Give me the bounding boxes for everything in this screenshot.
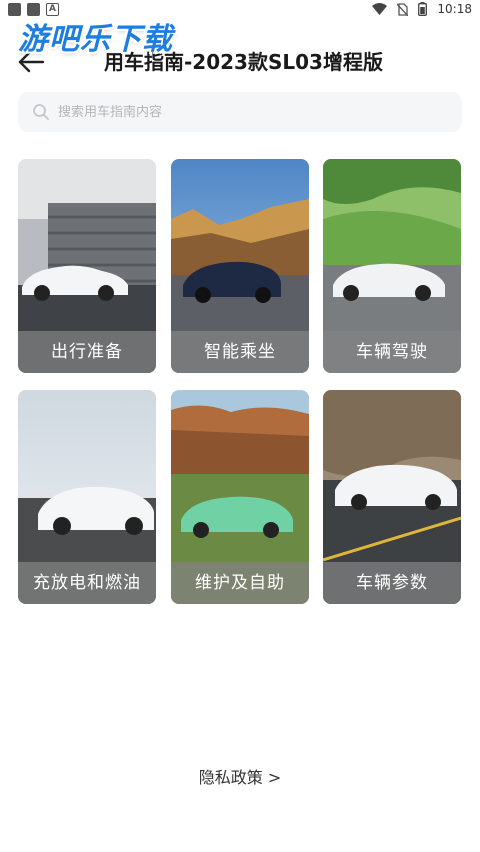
watermark-logo: 游吧乐下载 <box>18 22 173 57</box>
battery-icon <box>418 2 428 16</box>
category-label: 维护及自助 <box>171 562 309 604</box>
category-label: 充放电和燃油 <box>18 562 156 604</box>
search-input[interactable] <box>58 104 438 120</box>
category-label: 智能乘坐 <box>171 331 309 373</box>
category-card-parameters[interactable]: 车辆参数 <box>323 390 461 604</box>
no-sim-icon <box>397 2 409 16</box>
privacy-policy-link[interactable]: 隐私政策 > <box>0 764 480 788</box>
clock-time: 10:18 <box>437 2 472 16</box>
category-card-travel-prep[interactable]: 出行准备 <box>18 159 156 373</box>
category-label: 车辆驾驶 <box>323 331 461 373</box>
category-label: 车辆参数 <box>323 562 461 604</box>
search-icon <box>33 104 49 120</box>
category-card-maintenance[interactable]: 维护及自助 <box>171 390 309 604</box>
category-card-driving[interactable]: 车辆驾驶 <box>323 159 461 373</box>
search-bar[interactable] <box>18 92 462 132</box>
category-label: 出行准备 <box>18 331 156 373</box>
category-card-smart-ride[interactable]: 智能乘坐 <box>171 159 309 373</box>
wifi-icon <box>372 3 388 15</box>
category-card-charging-fuel[interactable]: 充放电和燃油 <box>18 390 156 604</box>
